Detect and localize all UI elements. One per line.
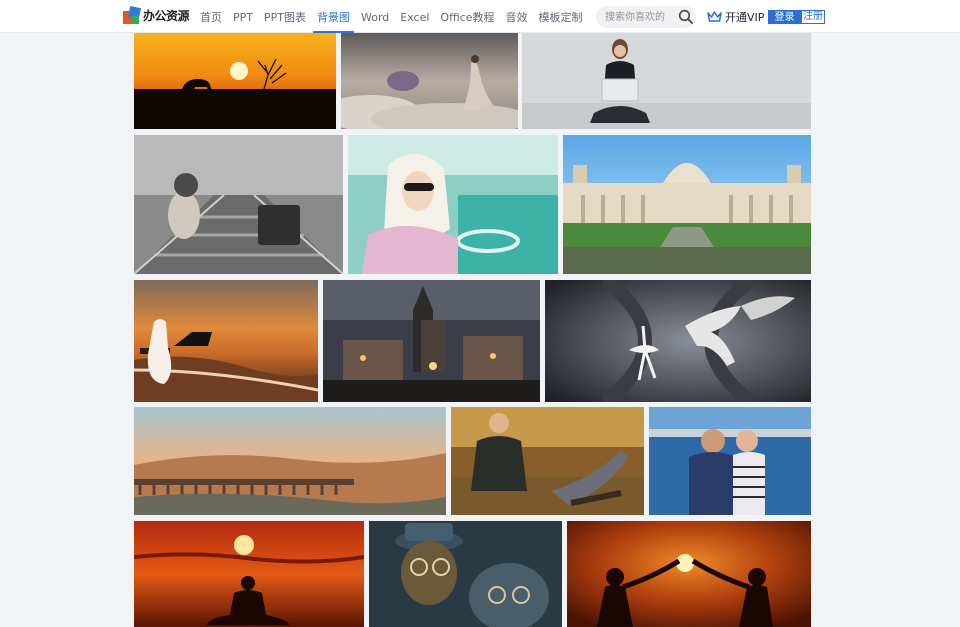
nav-item-home[interactable]: 首页 <box>196 0 226 33</box>
gallery-image-couple-relaxing[interactable] <box>451 407 644 515</box>
main-nav: 首页 PPT PPT图表 背景图 Word Excel Office教程 音效 … <box>196 0 590 33</box>
gallery-image-holding-sun[interactable] <box>567 521 811 627</box>
search-box <box>596 6 696 28</box>
logo-text: 办公资源 <box>143 9 190 23</box>
gallery-image-woman-laptop[interactable] <box>522 33 811 129</box>
gallery-image-palace-fountain[interactable] <box>563 135 811 274</box>
nav-item-ppt-charts[interactable]: PPT图表 <box>260 0 310 33</box>
nav-item-sound-effects[interactable]: 音效 <box>502 0 532 33</box>
register-button[interactable]: 注册 <box>801 10 825 24</box>
nav-item-excel[interactable]: Excel <box>396 0 433 33</box>
nav-item-word[interactable]: Word <box>357 0 393 33</box>
site-logo[interactable]: 办公资源 <box>123 5 190 24</box>
nav-item-office-tutorials[interactable]: Office教程 <box>436 0 498 33</box>
crown-icon <box>707 11 722 22</box>
image-gallery <box>133 33 811 627</box>
login-button[interactable]: 登录 <box>768 10 801 24</box>
top-navigation-bar: 办公资源 首页 PPT PPT图表 背景图 Word Excel Office教… <box>0 0 960 33</box>
logo-mark-icon <box>123 5 142 24</box>
nav-item-backgrounds[interactable]: 背景图 <box>313 0 354 33</box>
gallery-image-sunset-elephant[interactable] <box>134 33 336 129</box>
vip-link[interactable]: 开通VIP <box>707 0 764 33</box>
gallery-image-bronze-statues[interactable] <box>369 521 562 627</box>
gallery-image-yoga-sunset[interactable] <box>134 521 364 627</box>
gallery-image-piano-beach[interactable] <box>134 280 318 402</box>
search-input[interactable] <box>605 7 677 27</box>
gallery-image-prague-night[interactable] <box>323 280 540 402</box>
search-icon[interactable] <box>678 9 694 25</box>
gallery-image-pug-railway[interactable] <box>134 135 343 274</box>
gallery-image-couple-seaside[interactable] <box>649 407 811 515</box>
nav-item-ppt[interactable]: PPT <box>229 0 257 33</box>
gallery-image-fantasy-clouds[interactable] <box>341 33 518 129</box>
nav-item-custom-templates[interactable]: 模板定制 <box>535 0 587 33</box>
gallery-image-viaduct-landscape[interactable] <box>134 407 446 515</box>
vip-label: 开通VIP <box>725 10 765 24</box>
gallery-image-ballerina-pegasus[interactable] <box>545 280 811 402</box>
gallery-image-woman-vintage-car[interactable] <box>348 135 558 274</box>
